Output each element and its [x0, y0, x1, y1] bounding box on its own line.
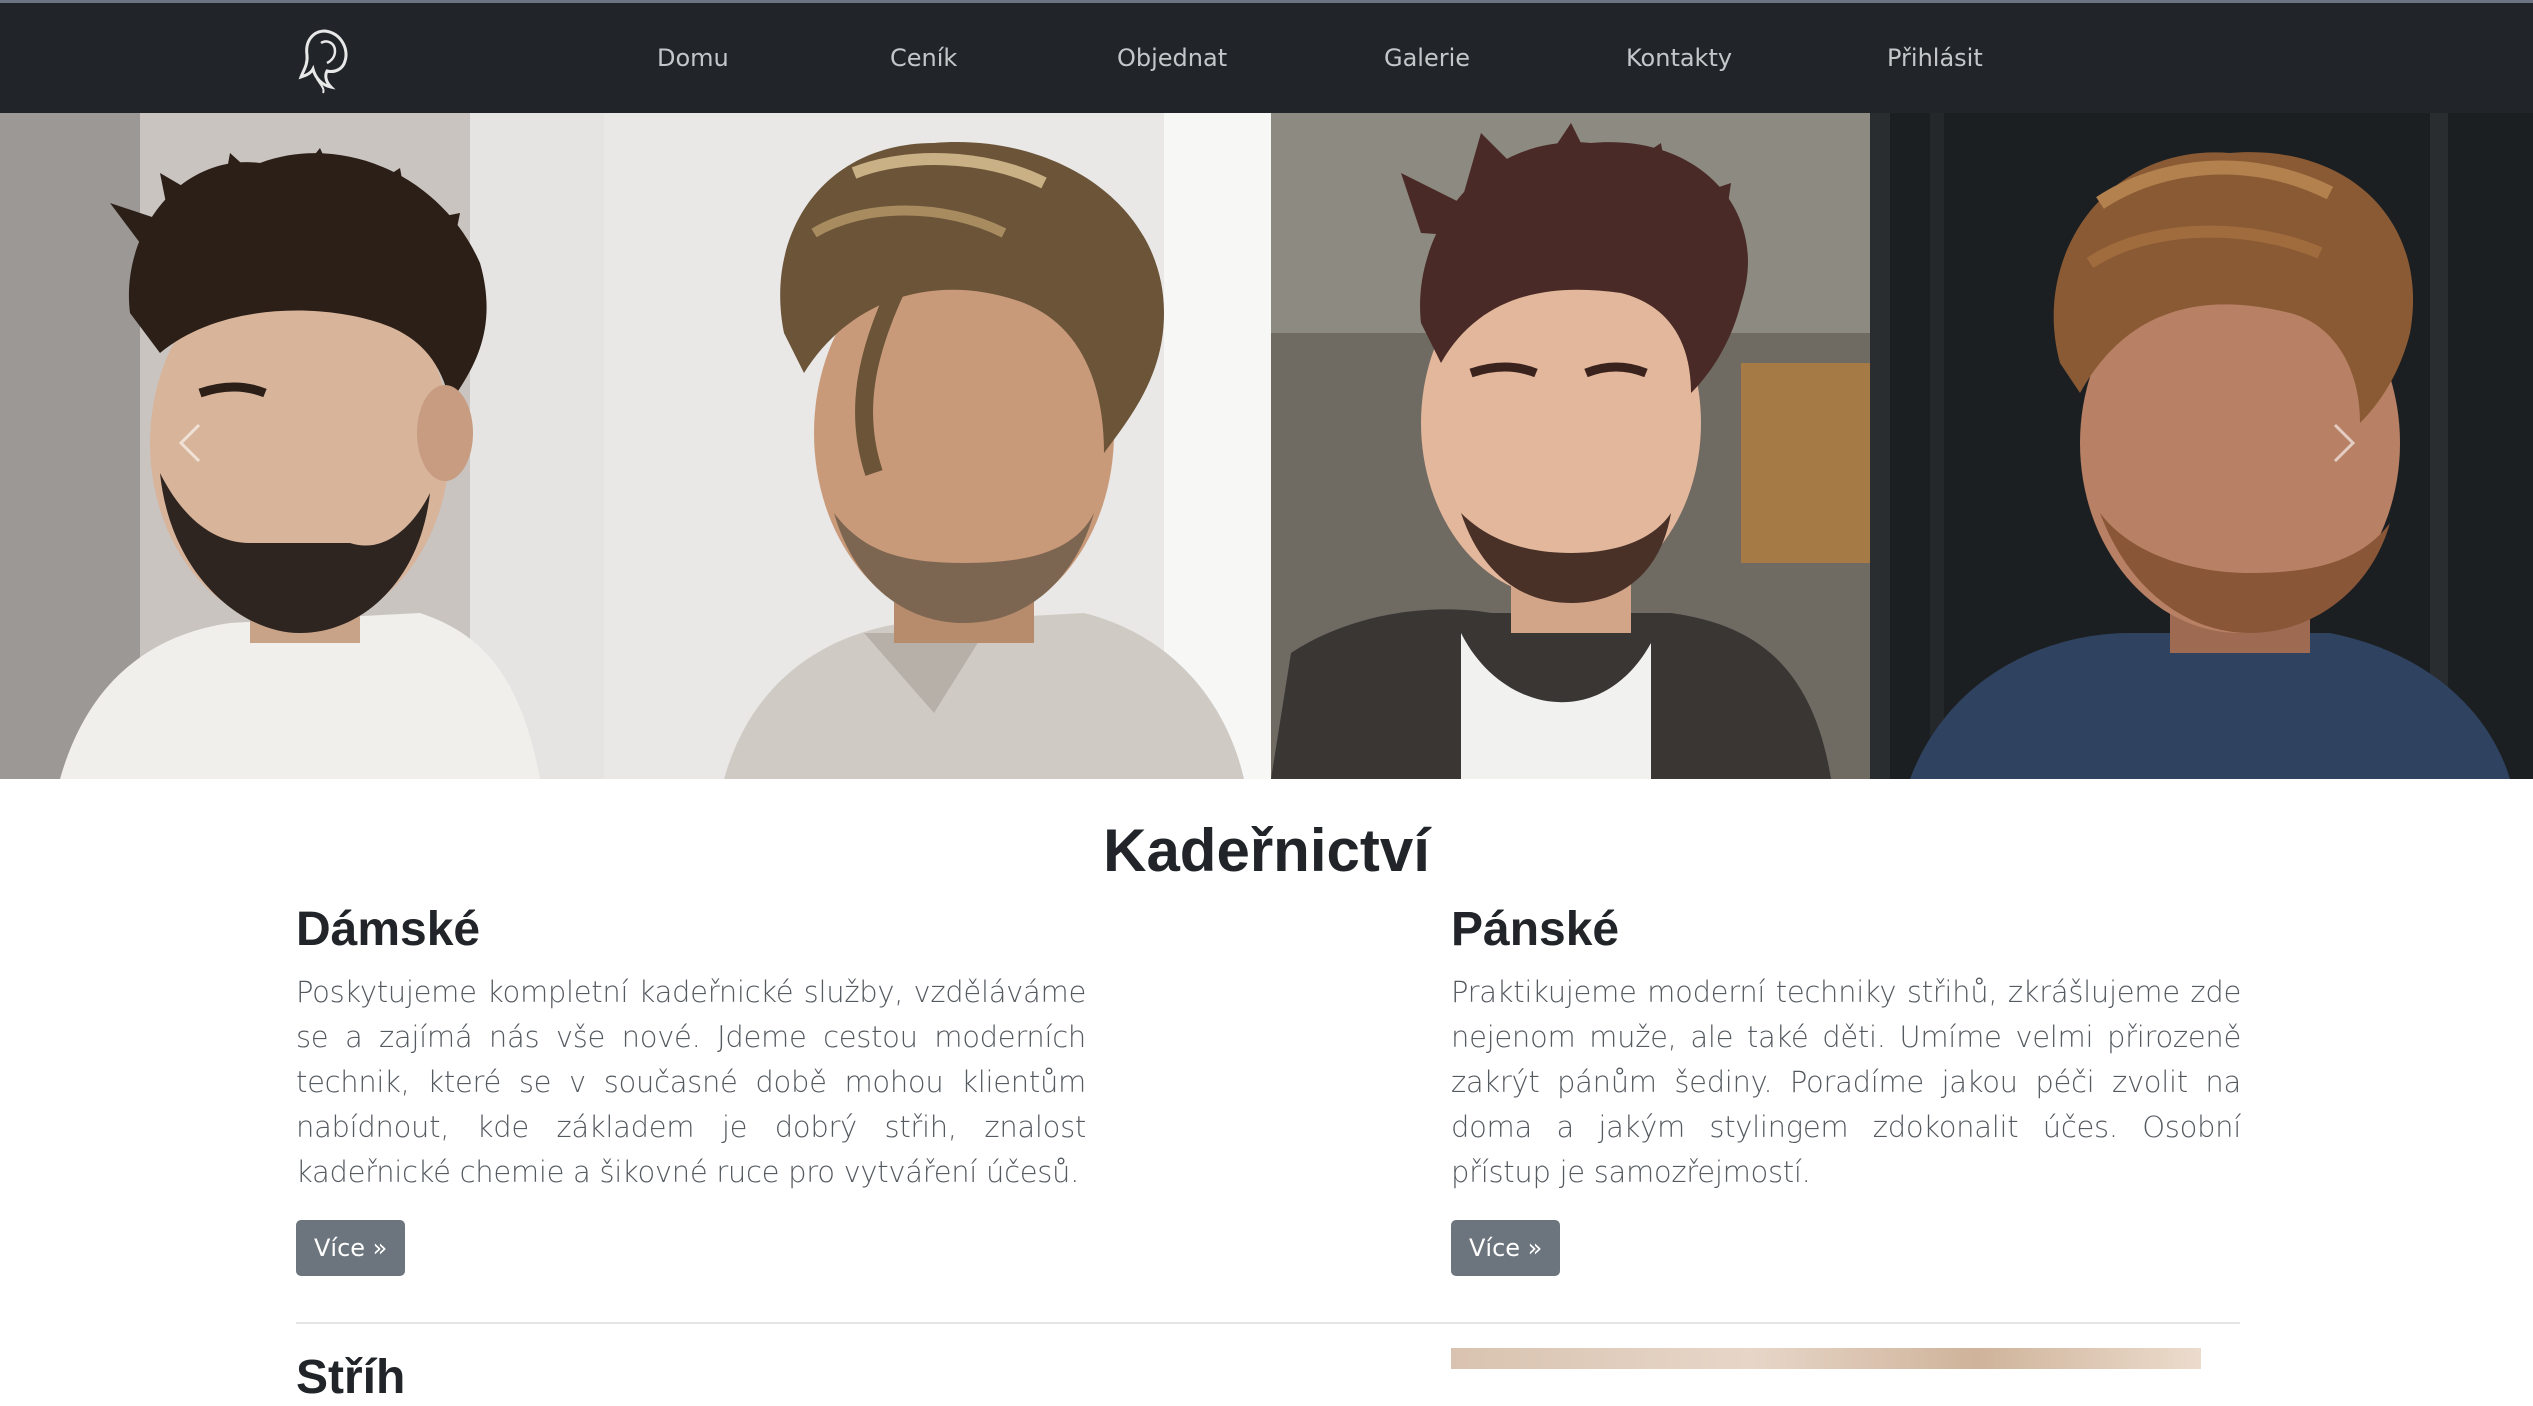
more-button[interactable]: Více »	[296, 1220, 406, 1276]
nav-item-domu[interactable]: Domu	[657, 44, 729, 72]
chevron-left-icon	[178, 423, 201, 463]
nav-item-cenik[interactable]: Ceník	[890, 44, 957, 72]
service-column-panske: Pánské Praktikujeme moderní techniky stř…	[1451, 902, 2241, 1276]
section-text: Praktikujeme moderní techniky střihů, zk…	[1451, 975, 2241, 1189]
carousel-slide-image	[604, 113, 1271, 779]
nav-item-galerie[interactable]: Galerie	[1384, 44, 1470, 72]
page-title: Kadeřnictví	[1103, 817, 1430, 884]
nav-item-prihlasit[interactable]: Přihlásit	[1887, 44, 1983, 72]
more-button[interactable]: Více »	[1451, 1220, 1561, 1276]
woman-silhouette-logo-icon[interactable]	[295, 25, 360, 95]
nav-item-objednat[interactable]: Objednat	[1117, 44, 1227, 72]
carousel-prev-button[interactable]	[160, 403, 220, 483]
section-divider	[296, 1322, 2240, 1324]
hero-carousel[interactable]	[0, 113, 2533, 779]
carousel-slide-image	[0, 113, 604, 779]
navbar: Domu Ceník Objednat Galerie Kontakty Při…	[0, 0, 2533, 113]
section-heading: Pánské	[1451, 903, 1620, 956]
service-column-damske: Dámské Poskytujeme kompletní kadeřnické …	[296, 902, 1086, 1276]
section-heading: Stříh	[296, 1351, 406, 1404]
section-text: Poskytujeme kompletní kadeřnické služby,…	[296, 975, 1086, 1189]
nav-item-kontakty[interactable]: Kontakty	[1626, 44, 1732, 72]
section-image	[1451, 1348, 2201, 1369]
chevron-right-icon	[2333, 423, 2356, 463]
section-heading: Dámské	[296, 903, 481, 956]
carousel-next-button[interactable]	[2314, 403, 2374, 483]
carousel-slide-image	[1870, 113, 2533, 779]
carousel-slide-image	[1271, 113, 1870, 779]
